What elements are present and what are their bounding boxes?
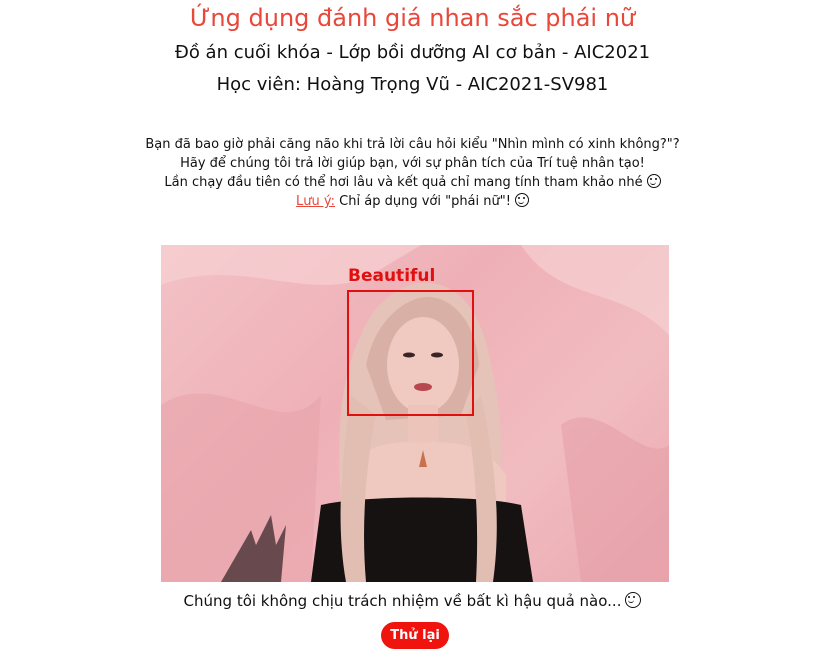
laughing-emoji-icon [625,592,642,608]
wink-emoji-icon [646,174,661,188]
intro-text: Bạn đã bao giờ phải căng não khi trả lời… [0,135,825,211]
note-text: Chỉ áp dụng với "phái nữ"! [339,194,511,209]
disclaimer-text: Chúng tôi không chịu trách nhiệm về bất … [183,592,622,610]
intro-line-3: Lần chạy đầu tiên có thể hơi lâu và kết … [164,175,643,190]
page: Ứng dụng đánh giá nhan sắc phái nữ Đồ án… [0,0,825,660]
intro-line-2: Hãy để chúng tôi trả lời giúp bạn, với s… [180,156,645,171]
intro-note: Lưu ý: Chỉ áp dụng với "phái nữ"! [0,192,825,211]
disclaimer: Chúng tôi không chịu trách nhiệm về bất … [0,592,825,610]
note-link[interactable]: Lưu ý: [296,194,335,209]
retry-button[interactable]: Thử lại [381,622,449,649]
intro-line-3-wrap: Lần chạy đầu tiên có thể hơi lâu và kết … [0,173,825,192]
grin-emoji-icon [514,193,529,207]
project-subtitle: Đồ án cuối khóa - Lớp bồi dưỡng AI cơ bả… [174,42,651,63]
intro-line-1: Bạn đã bao giờ phải căng não khi trả lời… [145,137,680,152]
prediction-label: Beautiful [348,266,436,286]
page-title: Ứng dụng đánh giá nhan sắc phái nữ [189,4,636,32]
student-subtitle: Học viên: Hoàng Trọng Vũ - AIC2021-SV981 [216,74,609,95]
face-bounding-box [347,290,474,416]
